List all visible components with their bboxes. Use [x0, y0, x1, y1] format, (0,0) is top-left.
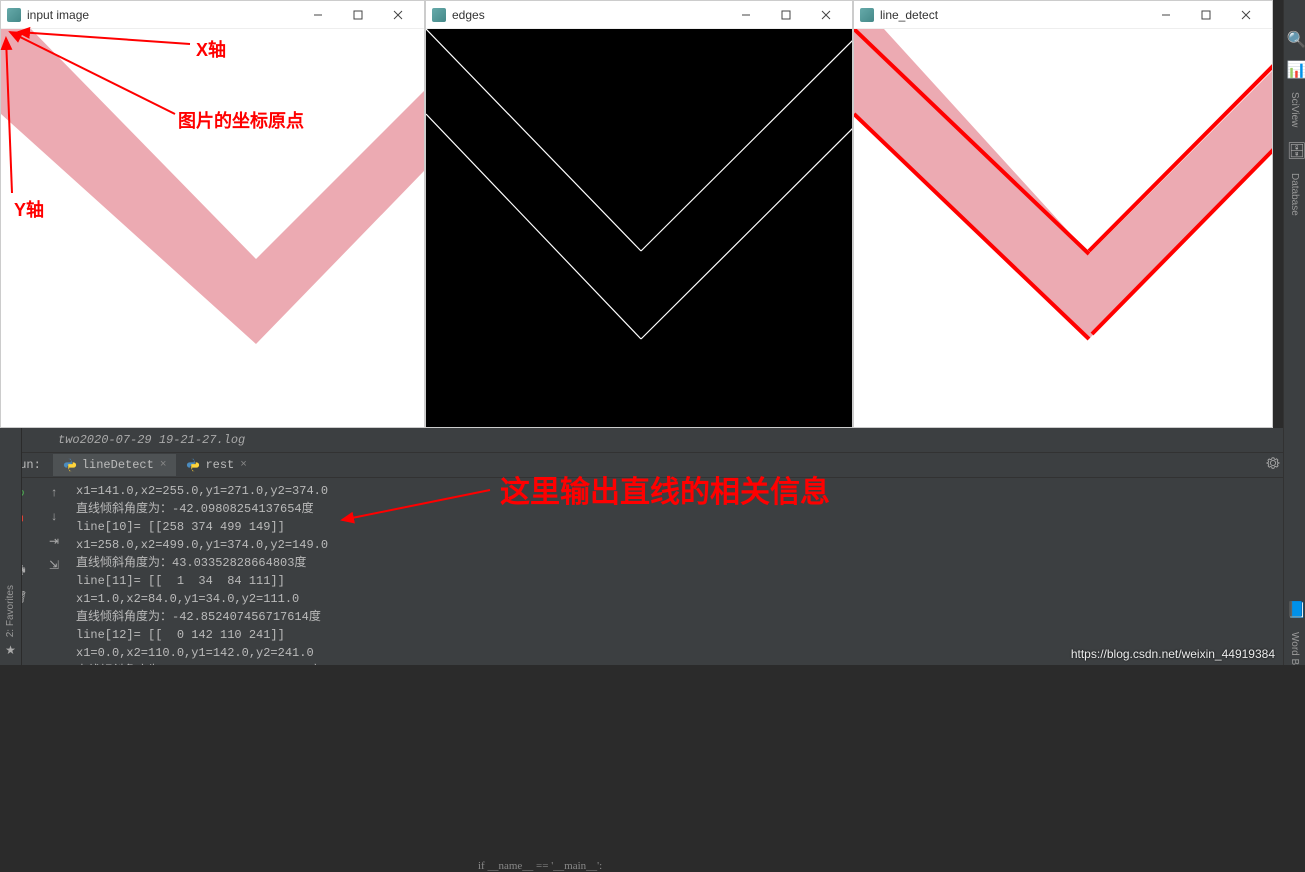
app-icon — [860, 8, 874, 22]
window-title: input image — [27, 8, 89, 22]
python-icon — [186, 458, 200, 472]
canvas-edges — [426, 29, 852, 427]
canvas-input — [1, 29, 424, 427]
tab-label: lineDetect — [82, 458, 154, 472]
gear-icon — [1266, 456, 1280, 470]
down-button[interactable]: ↓ — [45, 508, 63, 526]
ide-panel: two2020-07-29 19-21-27.log if __name__ =… — [0, 428, 1305, 665]
canvas-lines — [854, 29, 1272, 427]
wordbox-label[interactable]: Word B — [1289, 632, 1300, 665]
annotation-y-axis: Y轴 — [14, 196, 44, 222]
console-line: line[11]= [[ 1 34 84 111]] — [76, 572, 1297, 590]
maximize-button[interactable] — [766, 3, 806, 27]
console-line: line[12]= [[ 0 142 110 241]] — [76, 626, 1297, 644]
console-line: line[10]= [[258 374 499 149]] — [76, 518, 1297, 536]
window-line-detect: line_detect — [853, 0, 1273, 428]
wordbox-icon[interactable]: 📘 — [1287, 600, 1303, 616]
scroll-button[interactable]: ⇲ — [45, 556, 63, 574]
favorites-label[interactable]: 2: Favorites — [5, 585, 16, 637]
tab-linedetect[interactable]: lineDetect × — [53, 454, 177, 476]
window-edges: edges — [425, 0, 853, 428]
annotation-x-axis: X轴 — [196, 36, 226, 62]
annotation-output-info: 这里输出直线的相关信息 — [500, 467, 830, 511]
console-line: 直线倾斜角度为：-42.852407456717614度 — [76, 608, 1297, 626]
database-icon[interactable]: 🗄 — [1287, 141, 1303, 157]
minimize-button[interactable] — [298, 3, 338, 27]
minimize-button[interactable] — [1146, 3, 1186, 27]
database-label[interactable]: Database — [1289, 173, 1300, 216]
close-icon[interactable]: × — [240, 459, 247, 471]
tab-label: rest — [205, 458, 234, 472]
maximize-button[interactable] — [1186, 3, 1226, 27]
file-hint: two2020-07-29 19-21-27.log — [58, 433, 245, 447]
maximize-button[interactable] — [338, 3, 378, 27]
app-icon — [432, 8, 446, 22]
watermark: https://blog.csdn.net/weixin_44919384 — [1071, 647, 1275, 661]
sciview-icon[interactable]: 📊 — [1287, 60, 1303, 76]
titlebar-input[interactable]: input image — [1, 1, 424, 29]
minimize-button[interactable] — [726, 3, 766, 27]
left-sidebar: 2: Favorites ★ — [0, 428, 22, 665]
up-button[interactable]: ↑ — [45, 484, 63, 502]
window-input-image: input image — [0, 0, 425, 428]
console-line: x1=258.0,x2=499.0,y1=374.0,y2=149.0 — [76, 536, 1297, 554]
console-line: x1=1.0,x2=84.0,y1=34.0,y2=111.0 — [76, 590, 1297, 608]
sciview-label[interactable]: SciView — [1289, 92, 1300, 127]
run-gutter-right: ↑ ↓ ⇥ ⇲ — [40, 478, 68, 665]
titlebar-lines[interactable]: line_detect — [854, 1, 1272, 29]
search-icon[interactable]: 🔍 — [1287, 30, 1303, 46]
soft-wrap-button[interactable]: ⇥ — [45, 532, 63, 550]
window-title: edges — [452, 8, 485, 22]
window-title: line_detect — [880, 8, 938, 22]
console-line: 直线倾斜角度为：43.03352828664803度 — [76, 554, 1297, 572]
app-icon — [7, 8, 21, 22]
python-icon — [63, 458, 77, 472]
right-sidebar: 🔍 📊 SciView 🗄 Database 📘 Word B — [1283, 0, 1305, 665]
close-button[interactable] — [378, 3, 418, 27]
star-icon[interactable]: ★ — [5, 643, 16, 657]
tab-rest[interactable]: rest × — [176, 454, 256, 476]
annotation-origin: 图片的坐标原点 — [178, 107, 304, 133]
close-button[interactable] — [1226, 3, 1266, 27]
name-main-hint: if __name__ == '__main__': — [478, 860, 602, 872]
titlebar-edges[interactable]: edges — [426, 1, 852, 29]
close-icon[interactable]: × — [160, 459, 167, 471]
close-button[interactable] — [806, 3, 846, 27]
